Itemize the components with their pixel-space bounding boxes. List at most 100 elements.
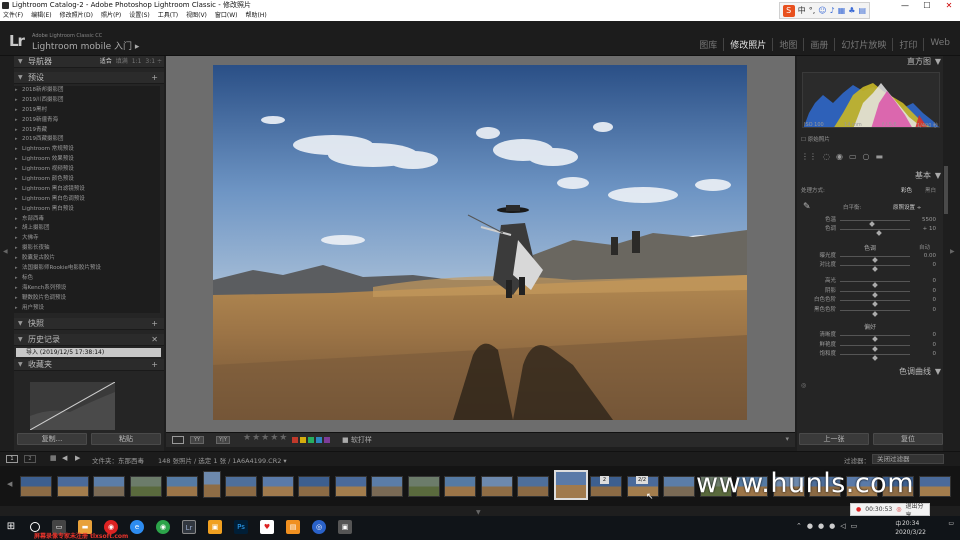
- microphone-icon[interactable]: ♪: [830, 6, 835, 15]
- loupe-view-icon[interactable]: [172, 436, 184, 444]
- tray-lang[interactable]: 中: [895, 519, 901, 528]
- menu-edit[interactable]: 编辑(E): [31, 11, 51, 21]
- slider-value[interactable]: + 10: [923, 225, 936, 234]
- filmstrip-thumbnail[interactable]: [334, 476, 367, 497]
- slider-value[interactable]: 0: [933, 261, 937, 270]
- preset-folder[interactable]: 2019川西摄影团: [14, 96, 160, 106]
- filmstrip-thumbnail[interactable]: [517, 476, 549, 497]
- emoji-icon[interactable]: ☺: [818, 6, 826, 15]
- preset-folder[interactable]: 标色: [14, 274, 160, 284]
- navigator-header[interactable]: ▼ 导航器 适合 填满 1:1 3:1 ÷: [14, 56, 164, 68]
- close-button[interactable]: ✕: [938, 0, 960, 11]
- slider-track[interactable]: [840, 220, 910, 227]
- tone-curve-header[interactable]: 色调曲线 ▼: [797, 366, 943, 378]
- graduated-filter-icon[interactable]: ▭: [849, 152, 857, 161]
- tray-app-icon[interactable]: ●: [807, 522, 813, 530]
- add-snapshot-icon[interactable]: +: [151, 318, 158, 330]
- filmstrip-thumbnail[interactable]: [56, 476, 89, 497]
- minimize-button[interactable]: —: [894, 0, 916, 11]
- menu-photo[interactable]: 照片(P): [101, 11, 121, 21]
- ime-punct[interactable]: °,: [809, 6, 816, 15]
- app-icon-red[interactable]: ♥: [260, 520, 274, 534]
- preset-folder[interactable]: 2019新疆青海: [14, 116, 160, 126]
- lightroom-taskbar-icon[interactable]: Lr: [182, 520, 196, 534]
- compare-icon[interactable]: Y|Y: [216, 436, 230, 444]
- module-web[interactable]: Web: [924, 38, 956, 51]
- menu-help[interactable]: 帮助(H): [246, 11, 267, 21]
- preset-folder[interactable]: 胶囊复古胶片: [14, 254, 160, 264]
- app-icon-orange[interactable]: ▣: [208, 520, 222, 534]
- skin-icon[interactable]: ♣: [848, 6, 855, 15]
- slider-value[interactable]: 0: [933, 287, 937, 296]
- ime-lang[interactable]: 中: [798, 5, 806, 16]
- module-print[interactable]: 打印: [893, 38, 925, 51]
- star-rating[interactable]: ★★★★★: [243, 433, 288, 443]
- slider-value[interactable]: 0: [933, 350, 937, 359]
- slider-knob[interactable]: [872, 266, 878, 272]
- preset-list[interactable]: 2018新邦摄影团2019川西摄影团2019黑村2019新疆青海2019青藏20…: [14, 86, 160, 313]
- red-eye-icon[interactable]: ◉: [836, 152, 843, 161]
- forward-arrow-icon[interactable]: ▶: [75, 454, 80, 462]
- slider-track[interactable]: [840, 344, 910, 352]
- network-icon[interactable]: ▭: [851, 522, 858, 530]
- spot-removal-icon[interactable]: ◌: [823, 152, 830, 161]
- slider-value[interactable]: 0: [933, 306, 937, 315]
- histogram[interactable]: [802, 72, 940, 128]
- filmstrip-thumbnail[interactable]: [553, 470, 588, 500]
- menu-tools[interactable]: 工具(T): [158, 11, 178, 21]
- color-label-0[interactable]: [292, 437, 298, 443]
- app-icon-gray[interactable]: ▣: [338, 520, 352, 534]
- slider-track[interactable]: [840, 290, 910, 298]
- preset-folder[interactable]: 2019黑村: [14, 106, 160, 116]
- sogou-logo-icon[interactable]: S: [782, 4, 795, 17]
- eyedropper-icon[interactable]: ✎: [803, 202, 811, 212]
- module-book[interactable]: 画册: [804, 38, 836, 51]
- preset-folder[interactable]: 大佛寺: [14, 234, 160, 244]
- preset-folder[interactable]: 法国摄影师Rookie电影胶片预设: [14, 264, 160, 274]
- filmstrip-thumbnail[interactable]: [129, 476, 162, 497]
- filmstrip-thumbnail[interactable]: [20, 476, 52, 497]
- add-collection-icon[interactable]: +: [151, 359, 158, 371]
- ime-toolbar[interactable]: S 中 °, ☺ ♪ ▦ ♣ ▤: [778, 2, 870, 19]
- preset-folder[interactable]: 2019青藏: [14, 126, 160, 136]
- photoshop-icon[interactable]: Ps: [234, 520, 248, 534]
- back-arrow-icon[interactable]: ◀: [62, 454, 67, 462]
- preset-folder[interactable]: 鞭数胶片色调预设: [14, 294, 160, 304]
- slider-value[interactable]: 0: [933, 331, 937, 340]
- module-library[interactable]: 图库: [693, 38, 725, 51]
- history-header[interactable]: ▼ 历史记录 ✕: [14, 334, 164, 346]
- stack-badge[interactable]: 2/2: [636, 476, 648, 484]
- browser2-icon[interactable]: e: [130, 520, 144, 534]
- slider-value[interactable]: 0: [933, 341, 937, 350]
- slider-track[interactable]: [840, 354, 910, 361]
- app-icon-blue[interactable]: ◎: [312, 520, 326, 534]
- menu-window[interactable]: 窗口(W): [215, 11, 238, 21]
- page-1[interactable]: 1: [6, 455, 18, 463]
- filmstrip-thumbnail[interactable]: [166, 476, 198, 497]
- color-label-3[interactable]: [316, 437, 322, 443]
- color-label-2[interactable]: [308, 437, 314, 443]
- radial-filter-icon[interactable]: ○: [863, 152, 870, 161]
- slider-track[interactable]: [840, 265, 910, 272]
- keyboard-icon[interactable]: ▦: [838, 6, 846, 15]
- notification-icon[interactable]: ▭: [948, 520, 954, 527]
- main-photo[interactable]: [213, 65, 747, 420]
- preset-folder[interactable]: Lightroom 黑白滤镜预设: [14, 185, 160, 195]
- volume-icon[interactable]: ◁: [840, 522, 845, 530]
- slider-track[interactable]: [840, 281, 910, 288]
- mobile-link[interactable]: Lightroom mobile 入门 ▸: [32, 39, 139, 52]
- slider-knob[interactable]: [872, 310, 878, 317]
- windows-start-icon[interactable]: ⊞: [4, 520, 18, 534]
- preset-folder[interactable]: 2018新邦摄影团: [14, 86, 160, 96]
- preset-folder[interactable]: Lightroom 颜色预设: [14, 175, 160, 185]
- presets-header[interactable]: ▼ 预设 +: [14, 72, 164, 84]
- before-after-icon[interactable]: YY: [190, 436, 204, 444]
- filmstrip-thumbnail[interactable]: [480, 476, 513, 497]
- filmstrip-scroll-left-icon[interactable]: ◀: [7, 480, 12, 488]
- page-2[interactable]: 2: [24, 455, 36, 463]
- slider-track[interactable]: [840, 256, 910, 263]
- slider-track[interactable]: [840, 300, 910, 307]
- filmstrip-thumbnail[interactable]: [225, 476, 257, 497]
- treatment-color[interactable]: 彩色: [901, 186, 912, 194]
- collapse-bottom-icon[interactable]: ▼: [476, 509, 481, 516]
